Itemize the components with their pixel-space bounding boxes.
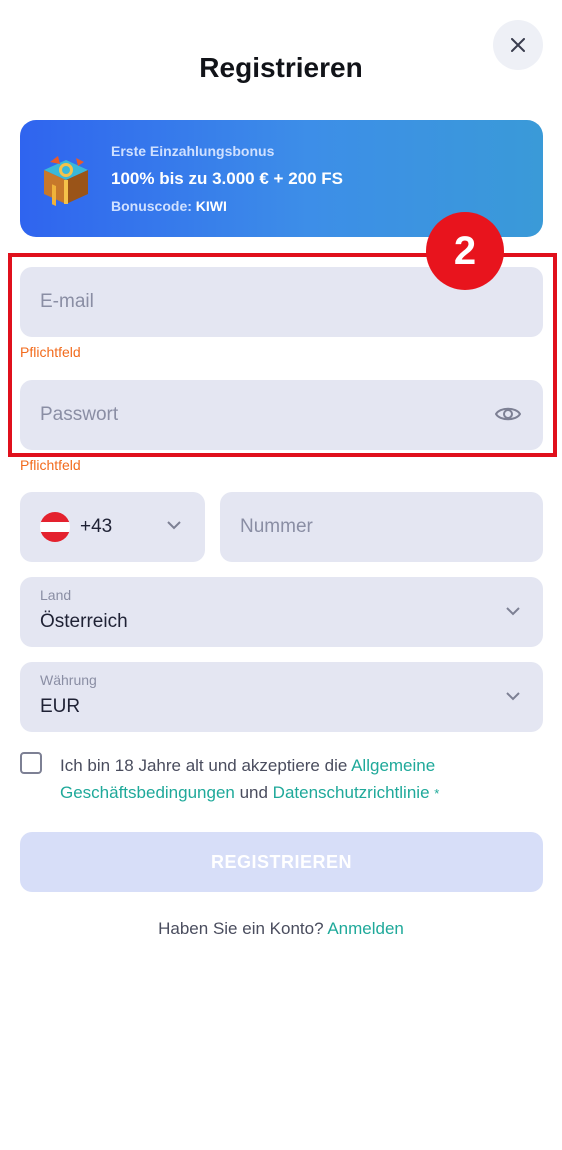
bonus-code-label: Bonuscode: (111, 198, 192, 214)
privacy-link[interactable]: Datenschutzrichtlinie (273, 783, 430, 802)
login-link[interactable]: Anmelden (327, 919, 404, 938)
login-prompt: Haben Sie ein Konto? Anmelden (0, 919, 562, 939)
phone-placeholder: Nummer (240, 516, 313, 537)
austria-flag-icon (40, 512, 70, 542)
bonus-title: Erste Einzahlungsbonus (111, 143, 275, 159)
bonus-code-value: KIWI (195, 198, 227, 214)
phone-code-select[interactable]: +43 (20, 492, 205, 562)
treasure-chest-icon (44, 156, 88, 207)
terms-text: Ich bin 18 Jahre alt und akzeptiere die … (60, 752, 520, 807)
bonus-code: Bonuscode: KIWI (111, 198, 227, 214)
page-title: Registrieren (199, 52, 363, 83)
phone-code: +43 (80, 516, 113, 537)
chevron-down-icon (506, 607, 520, 616)
country-select[interactable]: Land Österreich (20, 577, 543, 647)
step-badge: 2 (426, 212, 504, 290)
terms-text-before: Ich bin 18 Jahre alt und akzeptiere die (60, 756, 352, 775)
bonus-offer: 100% bis zu 3.000 € + 200 FS (111, 169, 343, 188)
required-mark: * (434, 786, 440, 801)
currency-value: EUR (40, 696, 81, 717)
currency-label: Währung (40, 672, 97, 688)
chevron-down-icon (506, 692, 520, 701)
close-icon (511, 38, 525, 52)
phone-number-input[interactable]: Nummer (220, 492, 543, 562)
terms-checkbox[interactable] (20, 752, 42, 774)
password-error: Pflichtfeld (20, 457, 81, 473)
register-button[interactable]: REGISTRIEREN (20, 832, 543, 892)
currency-select[interactable]: Währung EUR (20, 662, 543, 732)
terms-text-middle: und (234, 783, 273, 802)
country-label: Land (40, 587, 72, 603)
login-question: Haben Sie ein Konto? (158, 919, 328, 938)
chevron-down-icon (167, 521, 181, 530)
country-value: Österreich (40, 611, 128, 632)
